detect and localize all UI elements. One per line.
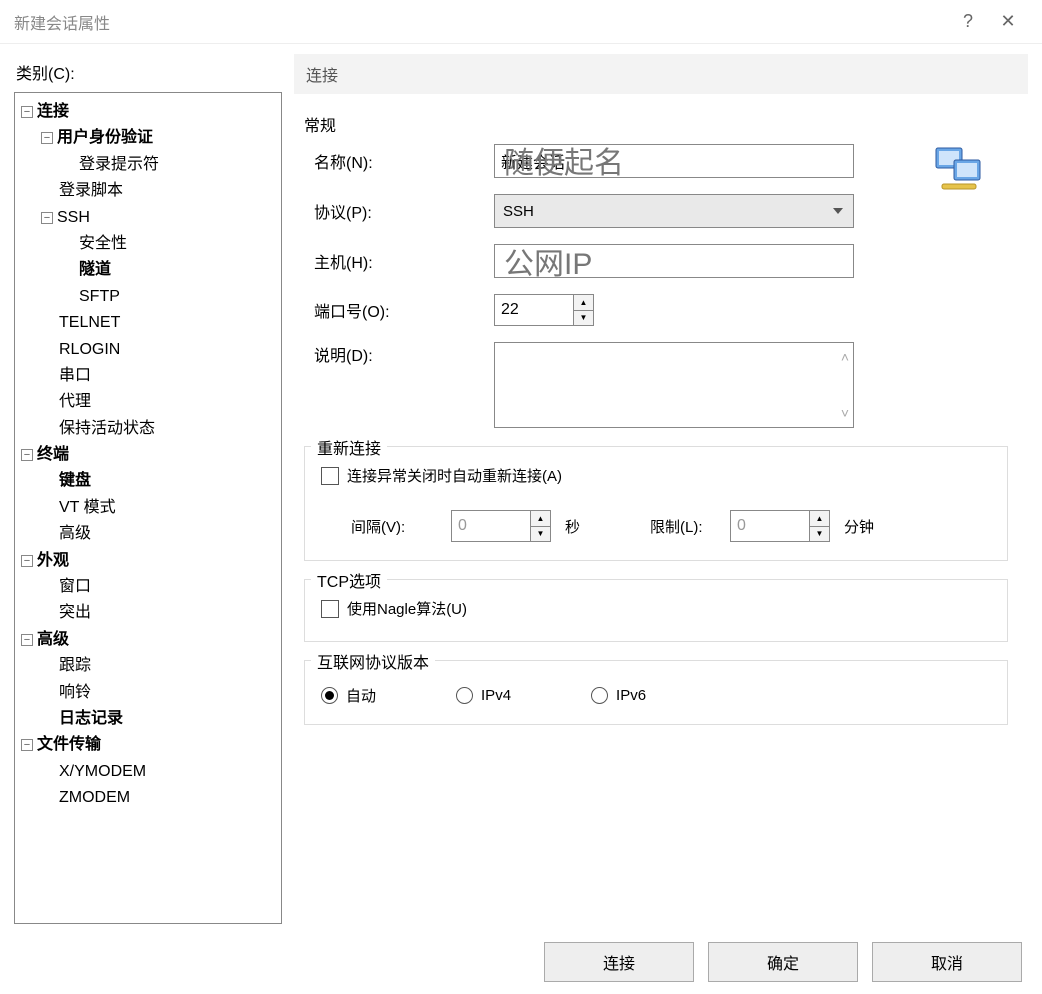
tree-toggle-icon[interactable]: −	[41, 132, 53, 144]
tree-window[interactable]: 窗口	[59, 578, 91, 595]
ipver-auto-label: 自动	[346, 685, 376, 706]
cancel-button[interactable]: 取消	[872, 942, 1022, 982]
scroll-down-icon[interactable]: ˅	[841, 405, 849, 421]
tcp-group: TCP选项 使用Nagle算法(U)	[304, 579, 1008, 642]
titlebar: 新建会话属性 ? ✕	[0, 0, 1042, 44]
tree-toggle-icon[interactable]: −	[21, 449, 33, 461]
protocol-select[interactable]: SSH	[494, 194, 854, 228]
tree-advanced[interactable]: 高级	[37, 631, 69, 648]
tree-tunnel[interactable]: 隧道	[79, 261, 111, 278]
tree-telnet[interactable]: TELNET	[59, 314, 120, 331]
reconnect-group: 重新连接 连接异常关闭时自动重新连接(A) 间隔(V): ▲ ▼ 秒	[304, 446, 1008, 561]
interval-spinner: ▲ ▼	[451, 510, 551, 542]
tree-security[interactable]: 安全性	[79, 235, 127, 252]
limit-input	[731, 511, 809, 541]
scroll-up-icon[interactable]: ˄	[841, 349, 849, 365]
host-input[interactable]	[494, 244, 854, 278]
tree-appearance[interactable]: 外观	[37, 552, 69, 569]
tree-toggle-icon[interactable]: −	[21, 739, 33, 751]
tree-keyboard[interactable]: 键盘	[59, 472, 91, 489]
tree-trace[interactable]: 跟踪	[59, 657, 91, 674]
interval-input	[452, 511, 530, 541]
tree-zmodem[interactable]: ZMODEM	[59, 789, 130, 806]
reconnect-title: 重新连接	[311, 435, 387, 459]
spin-down-icon[interactable]: ▼	[574, 311, 593, 326]
tree-vtmode[interactable]: VT 模式	[59, 499, 116, 516]
tree-bell[interactable]: 响铃	[59, 684, 91, 701]
port-input[interactable]	[495, 295, 573, 325]
nagle-label: 使用Nagle算法(U)	[347, 598, 467, 619]
port-label: 端口号(O):	[304, 298, 494, 322]
protocol-value: SSH	[503, 203, 534, 220]
auto-reconnect-checkbox[interactable]	[321, 467, 339, 485]
host-label: 主机(H):	[304, 249, 494, 273]
footer: 连接 确定 取消	[0, 924, 1042, 982]
tree-toggle-icon[interactable]: −	[41, 212, 53, 224]
spin-up-icon: ▲	[531, 511, 550, 527]
tree-auth[interactable]: 用户身份验证	[57, 129, 153, 146]
close-button[interactable]: ✕	[988, 11, 1028, 32]
tree-term-adv[interactable]: 高级	[59, 525, 91, 542]
tree-logging[interactable]: 日志记录	[59, 710, 123, 727]
desc-textarea[interactable]: ˄ ˅	[494, 342, 854, 428]
tree-highlight[interactable]: 突出	[59, 604, 91, 621]
spin-down-icon: ▼	[810, 527, 829, 542]
tree-rlogin[interactable]: RLOGIN	[59, 341, 120, 358]
protocol-label: 协议(P):	[304, 199, 494, 223]
port-spinner[interactable]: ▲ ▼	[494, 294, 594, 326]
help-button[interactable]: ?	[948, 11, 988, 32]
ipver-ipv6-label: IPv6	[616, 687, 646, 704]
tree-serial[interactable]: 串口	[59, 367, 91, 384]
tree-filetransfer[interactable]: 文件传输	[37, 736, 101, 753]
tree-terminal[interactable]: 终端	[37, 446, 69, 463]
limit-unit: 分钟	[844, 516, 874, 537]
ipver-ipv6-radio[interactable]	[591, 687, 608, 704]
category-tree[interactable]: −连接 −用户身份验证 登录提示符 登录脚本 −SSH 安全性 隧道 SFTP	[14, 92, 282, 924]
ok-button[interactable]: 确定	[708, 942, 858, 982]
desc-label: 说明(D):	[304, 342, 494, 366]
tree-ssh[interactable]: SSH	[57, 209, 90, 226]
tree-connection[interactable]: 连接	[37, 103, 69, 120]
interval-label: 间隔(V):	[351, 516, 441, 537]
name-input[interactable]	[494, 144, 854, 178]
ipver-auto-radio[interactable]	[321, 687, 338, 704]
auto-reconnect-label: 连接异常关闭时自动重新连接(A)	[347, 465, 562, 486]
panel-title: 连接	[294, 54, 1028, 94]
category-label: 类别(C):	[16, 60, 282, 84]
spin-up-icon: ▲	[810, 511, 829, 527]
tree-sftp[interactable]: SFTP	[79, 288, 120, 305]
ipver-ipv4-label: IPv4	[481, 687, 511, 704]
spin-down-icon: ▼	[531, 527, 550, 542]
interval-unit: 秒	[565, 516, 580, 537]
nagle-checkbox[interactable]	[321, 600, 339, 618]
tree-login-prompt[interactable]: 登录提示符	[79, 156, 159, 173]
tree-xymodem[interactable]: X/YMODEM	[59, 763, 146, 780]
name-label: 名称(N):	[304, 149, 494, 173]
connect-button[interactable]: 连接	[544, 942, 694, 982]
tree-toggle-icon[interactable]: −	[21, 634, 33, 646]
tree-toggle-icon[interactable]: −	[21, 106, 33, 118]
tree-keepalive[interactable]: 保持活动状态	[59, 420, 155, 437]
general-title: 常规	[304, 112, 1008, 136]
tree-proxy[interactable]: 代理	[59, 393, 91, 410]
ipver-ipv4-radio[interactable]	[456, 687, 473, 704]
spin-up-icon[interactable]: ▲	[574, 295, 593, 311]
tcp-title: TCP选项	[311, 568, 387, 592]
window-title: 新建会话属性	[14, 10, 948, 34]
ipver-title: 互联网协议版本	[311, 649, 435, 673]
limit-spinner: ▲ ▼	[730, 510, 830, 542]
limit-label: 限制(L):	[650, 516, 720, 537]
tree-toggle-icon[interactable]: −	[21, 555, 33, 567]
ipver-group: 互联网协议版本 自动 IPv4 IPv6	[304, 660, 1008, 725]
tree-login-script[interactable]: 登录脚本	[59, 182, 123, 199]
